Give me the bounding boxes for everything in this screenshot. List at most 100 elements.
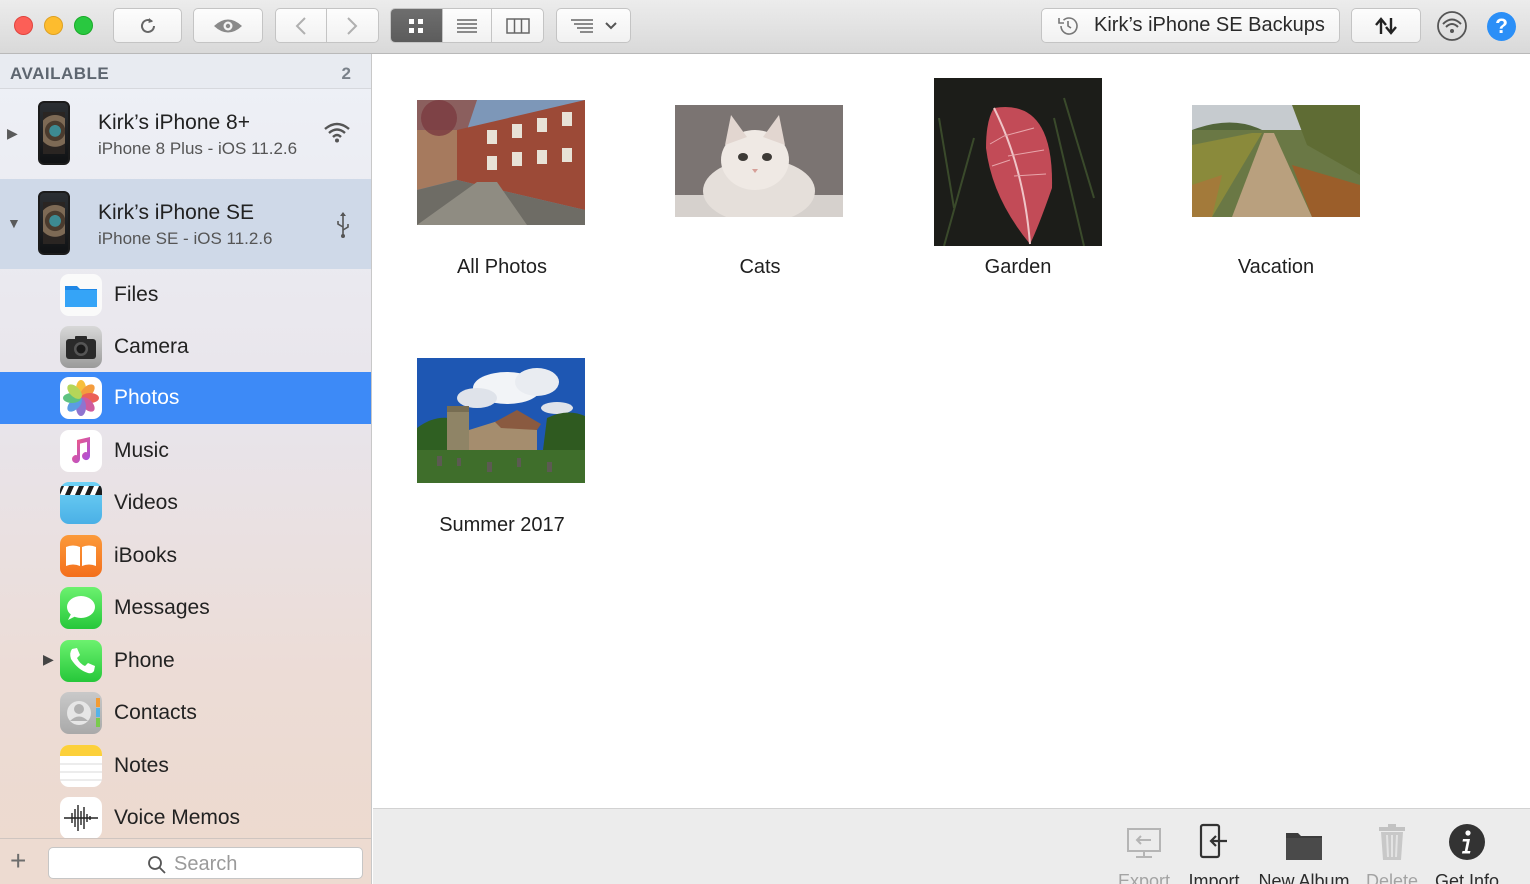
album-title: Vacation [1237,256,1315,278]
sidebar-item-label: Phone [114,649,175,672]
available-section-header: AVAILABLE 2 [0,54,371,89]
minimize-window-button[interactable] [44,16,63,35]
sidebar-item-label: Photos [114,386,180,409]
eye-icon [214,19,242,32]
album-thumbnail [675,105,843,217]
trash-icon [1379,824,1405,860]
action-label: Delete [1365,871,1419,884]
export-button[interactable]: Export [1113,819,1175,884]
search-field[interactable]: Search [48,847,363,879]
back-button[interactable] [276,9,327,42]
videos-icon [60,482,102,524]
column-view-icon [505,17,530,34]
sidebar-item-label: Videos [114,491,178,514]
album-thumbnail [417,100,585,225]
disclosure-triangle-expanded[interactable]: ▼ [7,215,21,231]
add-icon[interactable]: + [10,845,26,877]
sidebar-item-label: Camera [114,335,189,358]
album-title: All Photos [456,256,548,278]
export-icon [1127,828,1161,858]
folder-icon [1286,833,1322,860]
wifi-sync-button[interactable] [1434,10,1470,42]
forward-button[interactable] [327,9,378,42]
sidebar-item-notes[interactable]: Notes [0,740,371,792]
get-info-button[interactable]: Get Info [1433,819,1501,884]
sidebar: AVAILABLE 2 ▶ Kirk’s iPhone 8+ iPhone 8 … [0,54,372,884]
album-title: Summer 2017 [439,514,565,536]
chevron-down-icon [605,21,617,29]
music-icon [60,430,102,472]
sidebar-footer: + Search [0,838,371,884]
action-label: Export [1117,871,1171,884]
disclosure-triangle-collapsed[interactable]: ▶ [43,651,54,668]
disclosure-triangle-collapsed[interactable]: ▶ [7,125,18,142]
sidebar-item-messages[interactable]: Messages [0,582,371,634]
sidebar-item-label: iBooks [114,544,178,567]
album-all-photos[interactable]: All Photos [402,54,602,294]
grid-view-button[interactable] [391,9,443,42]
list-view-button[interactable] [443,9,493,42]
backups-button[interactable]: Kirk’s iPhone SE Backups [1041,8,1340,43]
section-count: 2 [341,64,351,83]
contacts-icon [60,692,102,734]
sidebar-item-phone[interactable]: ▶ Phone [0,635,371,687]
device-iphone-8-plus[interactable]: ▶ Kirk’s iPhone 8+ iPhone 8 Plus - iOS 1… [0,89,371,179]
camera-icon [60,326,102,368]
zoom-window-button[interactable] [74,16,93,35]
delete-button[interactable]: Delete [1361,819,1423,884]
new-album-button[interactable]: New Album [1256,819,1352,884]
action-label: Import [1188,871,1240,884]
transfer-icon [1375,16,1397,35]
chevron-right-icon [347,16,358,35]
album-summer-2017[interactable]: Summer 2017 [402,312,602,552]
navigation-buttons [275,8,379,43]
sort-menu-button[interactable] [556,8,631,43]
section-label: AVAILABLE [10,64,110,83]
usb-icon [337,212,349,238]
action-label: New Album [1258,871,1350,884]
close-window-button[interactable] [14,16,33,35]
sidebar-item-ibooks[interactable]: iBooks [0,530,371,582]
album-cats[interactable]: Cats [660,54,860,294]
sidebar-item-label: Files [114,283,159,306]
info-icon [1449,824,1485,860]
album-garden[interactable]: Garden [918,54,1118,294]
column-view-button[interactable] [492,9,543,42]
sidebar-item-label: Notes [114,754,169,777]
import-button[interactable]: Import [1183,819,1245,884]
album-vacation[interactable]: Vacation [1176,54,1376,294]
sidebar-item-label: Voice Memos [114,806,241,829]
sidebar-item-contacts[interactable]: Contacts [0,687,371,739]
transfer-button[interactable] [1351,8,1421,43]
help-icon: ? [1495,15,1508,38]
sidebar-item-camera[interactable]: Camera [0,321,371,373]
grid-view-icon [409,18,424,33]
quick-look-button[interactable] [193,8,263,43]
messages-icon [60,587,102,629]
album-title: Cats [739,256,781,278]
sidebar-item-music[interactable]: Music [0,425,371,477]
help-button[interactable]: ? [1487,12,1516,41]
refresh-icon [140,17,155,33]
phone-icon [60,640,102,682]
sidebar-item-voice-memos[interactable]: Voice Memos [0,792,371,844]
sidebar-item-files[interactable]: Files [0,269,371,321]
refresh-button[interactable] [113,8,182,43]
import-icon [1199,823,1227,859]
wifi-sync-icon [1437,11,1467,41]
sidebar-item-videos[interactable]: Videos [0,477,371,529]
device-iphone-se[interactable]: ▼ Kirk’s iPhone SE iPhone SE - iOS 11.2.… [0,179,371,269]
sidebar-item-label: Contacts [114,701,197,724]
sidebar-item-photos[interactable]: Photos [0,372,371,424]
search-icon [148,856,166,874]
iphone-icon [38,191,70,255]
ibooks-icon [60,535,102,577]
notes-icon [60,745,102,787]
device-name: Kirk’s iPhone SE [98,201,255,224]
album-title: Garden [984,256,1052,278]
album-thumbnail [934,78,1102,246]
backups-label: Kirk’s iPhone SE Backups [1094,14,1325,36]
chevron-left-icon [295,16,306,35]
action-label: Get Info [1434,871,1500,884]
list-view-icon [456,18,477,33]
